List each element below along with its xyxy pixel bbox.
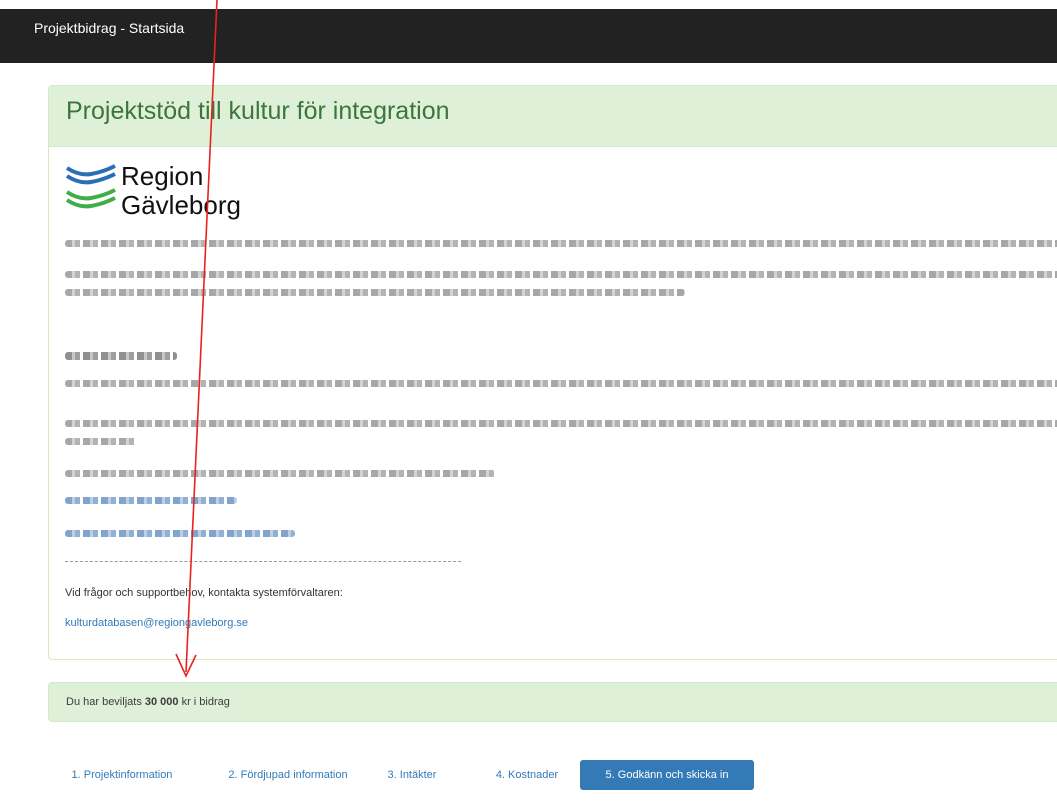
support-text: Vid frågor och supportbehov, kontakta sy… — [65, 587, 343, 599]
grant-amount: 30 000 — [144, 696, 179, 708]
blurred-intro-line-1 — [65, 240, 1057, 247]
tab-kostnader[interactable]: 4. Kostnader — [483, 760, 571, 790]
blurred-intro-line-3 — [65, 289, 685, 296]
dashed-divider — [65, 561, 461, 562]
info-panel: Projektstöd till kultur för integration … — [48, 85, 1057, 660]
grant-text-suffix: kr i bidrag — [178, 696, 230, 708]
blurred-section-heading — [65, 352, 177, 360]
tab-fordjupad-information[interactable]: 2. Fördjupad information — [208, 760, 368, 790]
logo-line-2: Gävleborg — [121, 190, 241, 220]
logo-wave-icon — [65, 164, 116, 209]
blurred-link-1[interactable] — [65, 497, 237, 504]
logo-line-1: Region — [121, 161, 204, 191]
support-email-link[interactable]: kulturdatabasen@regiongavleborg.se — [65, 616, 248, 630]
blurred-info-line — [65, 470, 495, 477]
blurred-intro-line-2 — [65, 271, 1057, 278]
grant-alert: Du har beviljats 30 000 kr i bidrag — [48, 682, 1057, 722]
region-gavleborg-logo: Region Gävleborg — [65, 162, 295, 224]
blurred-link-2[interactable] — [65, 530, 295, 537]
grant-alert-text: Du har beviljats 30 000 kr i bidrag — [66, 696, 230, 708]
blurred-period-line-3 — [65, 438, 137, 445]
grant-text-prefix: Du har beviljats — [66, 696, 145, 708]
page-title: Projektstöd till kultur för integration — [66, 97, 450, 125]
blurred-period-line-1 — [65, 380, 1057, 387]
tab-projektinformation[interactable]: 1. Projektinformation — [48, 760, 196, 790]
tab-godkann-och-skicka-in[interactable]: 5. Godkänn och skicka in — [580, 760, 754, 790]
tab-intakter[interactable]: 3. Intäkter — [378, 760, 446, 790]
panel-heading: Projektstöd till kultur för integration — [49, 86, 1057, 147]
top-navbar: Projektbidrag - Startsida — [0, 0, 1057, 63]
navbar-brand-link[interactable]: Projektbidrag - Startsida — [34, 19, 184, 37]
logo-wordmark: Region Gävleborg — [121, 162, 241, 220]
blurred-period-line-2 — [65, 420, 1057, 427]
